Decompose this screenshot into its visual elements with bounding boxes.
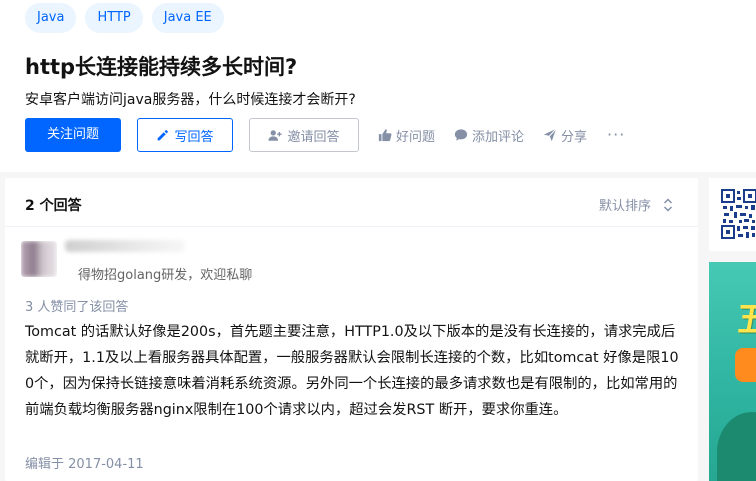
question-detail: 安卓客户端访问java服务器，什么时候连接才会断开?	[25, 92, 356, 108]
author-name-redacted	[65, 240, 185, 252]
author-headline: 得物招golang研发，欢迎私聊	[78, 268, 253, 283]
qr-code-icon	[721, 188, 756, 240]
topic-tag-http[interactable]: HTTP	[85, 3, 143, 33]
sidebar-qr-card	[709, 178, 756, 251]
sort-label: 默认排序	[598, 199, 651, 214]
thumbs-up-icon	[378, 129, 392, 142]
sort-dropdown[interactable]: 默认排序	[599, 195, 673, 214]
share-label: 分享	[561, 129, 588, 145]
vote-count: 3 人赞同了该回答	[25, 300, 129, 315]
avatar-image	[21, 241, 57, 277]
invite-answer-button[interactable]: 邀请回答	[249, 118, 359, 152]
write-answer-button[interactable]: 写回答	[137, 118, 233, 152]
topic-tag-java-ee[interactable]: Java EE	[151, 3, 224, 33]
banner-leaf-shape	[717, 412, 756, 481]
answers-card: 2 个回答 默认排序 得物招golang研发，欢迎私聊 3 人赞同了该回答 To…	[5, 178, 698, 481]
question-title: http长连接能持续多长时间?	[25, 55, 298, 79]
topic-tag-java[interactable]: Java	[25, 3, 77, 33]
follow-question-button[interactable]: 关注问题	[25, 118, 121, 152]
comment-icon	[454, 129, 468, 141]
edit-timestamp[interactable]: 编辑于 2017-04-11	[25, 453, 144, 472]
share-icon	[543, 128, 557, 142]
answer-count: 2 个回答	[25, 198, 82, 214]
share-button[interactable]: 分享	[543, 126, 587, 145]
banner-orange-shape	[735, 348, 756, 382]
question-header: Java HTTP Java EE http长连接能持续多长时间? 安卓客户端访…	[0, 0, 756, 172]
add-comment-label: 添加评论	[472, 129, 525, 145]
author-avatar[interactable]	[21, 241, 57, 277]
more-options-icon[interactable]: ···	[607, 127, 625, 143]
write-answer-label: 写回答	[174, 129, 214, 145]
answer-content: Tomcat 的话默认好像是200s，首先题主要注意，HTTP1.0及以下版本的…	[25, 324, 679, 418]
good-question-button[interactable]: 好问题	[378, 126, 435, 145]
topic-tags: Java HTTP Java EE	[25, 3, 224, 33]
add-user-icon	[268, 129, 283, 141]
sidebar-ad-banner[interactable]: 五	[709, 262, 756, 481]
answers-header: 2 个回答 默认排序	[5, 178, 698, 227]
add-comment-button[interactable]: 添加评论	[454, 126, 524, 145]
pencil-icon	[158, 129, 169, 140]
good-question-label: 好问题	[396, 129, 436, 145]
invite-answer-label: 邀请回答	[287, 129, 340, 145]
sort-arrows-icon	[663, 197, 673, 212]
banner-text: 五	[737, 300, 756, 340]
question-actions: 关注问题 写回答 邀请回答 好问题 添加评论 分享 ···	[25, 118, 625, 152]
